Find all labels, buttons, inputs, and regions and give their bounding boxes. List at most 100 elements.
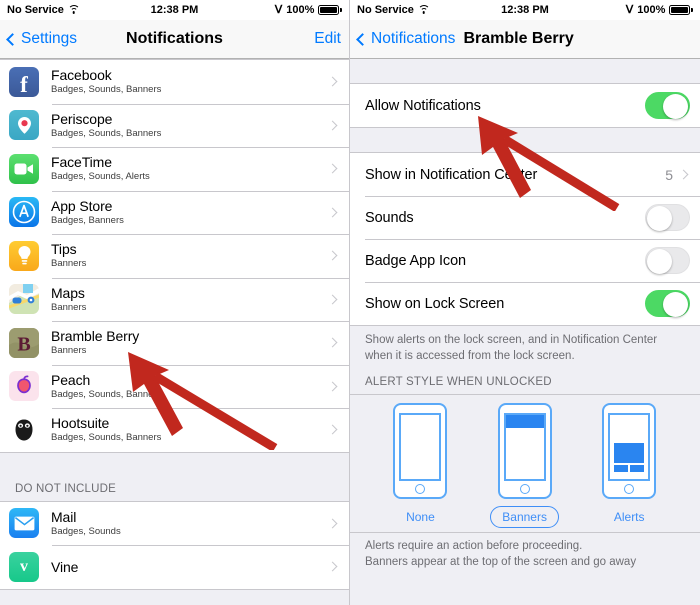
wifi-icon — [67, 5, 80, 15]
app-name: Vine — [51, 558, 79, 575]
toggle-switch[interactable] — [645, 247, 690, 274]
app-name: Tips — [51, 241, 77, 258]
row-badge-app-icon[interactable]: Badge App Icon — [350, 239, 700, 282]
allow-notifications-label: Allow Notifications — [365, 97, 481, 114]
app-row[interactable]: v Vine — [0, 545, 349, 589]
chevron-right-icon — [327, 561, 338, 572]
allow-notifications-toggle[interactable] — [645, 92, 690, 119]
phone-preview-none-icon — [393, 403, 448, 499]
battery-full-icon — [669, 5, 693, 15]
edit-button[interactable]: Edit — [314, 30, 341, 48]
alert-style-footnote-line-1: Alerts require an action before proceedi… — [365, 540, 583, 552]
app-notification-types: Badges, Sounds — [51, 525, 121, 537]
setting-label: Sounds — [365, 209, 414, 226]
app-row-text: Vine — [51, 559, 329, 575]
alert-style-picker: None Banners Alerts — [350, 394, 700, 533]
alert-style-label[interactable]: Banners — [490, 506, 559, 528]
app-row-text: Hootsuite Badges, Sounds, Banners — [51, 415, 329, 444]
left-scroll-area[interactable]: f Facebook Badges, Sounds, Banners Periscop… — [0, 59, 349, 605]
status-bar-left: No Service 12:38 PM ꓦ 100% — [0, 0, 349, 20]
app-row[interactable]: Hootsuite Badges, Sounds, Banners — [0, 408, 349, 452]
setting-value: 5 — [665, 166, 673, 183]
wifi-icon — [417, 5, 430, 15]
right-scroll-area[interactable]: Allow Notifications Show in Notification… — [350, 59, 700, 605]
bluetooth-icon: ꓦ — [625, 3, 634, 16]
status-bar-left-group: No Service — [357, 4, 430, 16]
facetime-icon — [9, 153, 39, 184]
chevron-right-icon — [327, 294, 338, 305]
row-show-on-lock-screen[interactable]: Show on Lock Screen — [350, 282, 700, 325]
app-row-text: Bramble Berry Banners — [51, 328, 329, 357]
app-name: Mail — [51, 508, 77, 525]
section-gap — [350, 128, 700, 152]
app-store-icon — [9, 197, 39, 228]
app-notification-types: Banners — [51, 258, 87, 270]
back-button-notifications[interactable]: Notifications — [356, 30, 456, 48]
app-row[interactable]: Tips Banners — [0, 234, 349, 278]
app-row[interactable]: f Facebook Badges, Sounds, Banners — [0, 60, 349, 104]
top-gap — [350, 59, 700, 83]
back-button-settings[interactable]: Settings — [6, 30, 78, 48]
vine-icon: v — [9, 551, 39, 582]
toggle-switch[interactable] — [645, 290, 690, 317]
row-show-in-notification-center[interactable]: Show in Notification Center 5 — [350, 153, 700, 196]
right-screen-app-notification-settings: No Service 12:38 PM ꓦ 100% Notifications… — [350, 0, 700, 605]
chevron-right-icon — [327, 250, 338, 261]
app-notification-types: Banners — [51, 345, 87, 357]
setting-label: Show on Lock Screen — [365, 295, 505, 312]
chevron-right-icon — [327, 120, 338, 131]
alert-style-option-none[interactable]: None — [393, 403, 448, 528]
tips-icon — [9, 240, 39, 271]
app-row[interactable]: Mail Badges, Sounds — [0, 501, 349, 545]
battery-percent-label: 100% — [286, 4, 315, 16]
allow-notifications-section: Allow Notifications — [350, 83, 700, 128]
app-notification-types: Badges, Sounds, Alerts — [51, 171, 150, 183]
app-name: Facebook — [51, 67, 112, 84]
back-button-label: Settings — [21, 30, 78, 47]
section-gap — [0, 452, 349, 479]
row-allow-notifications[interactable]: Allow Notifications — [350, 84, 700, 127]
battery-percent-label: 100% — [637, 4, 666, 16]
mail-icon — [9, 508, 39, 539]
app-row[interactable]: Periscope Badges, Sounds, Banners — [0, 103, 349, 147]
do-not-include-section: Mail Badges, Sounds v Vine — [0, 500, 349, 590]
app-notification-types: Banners — [51, 301, 87, 313]
row-sounds[interactable]: Sounds — [350, 196, 700, 239]
chevron-right-icon — [327, 163, 338, 174]
app-row[interactable]: B Bramble Berry Banners — [0, 321, 349, 365]
periscope-icon — [9, 110, 39, 141]
app-row[interactable]: App Store Badges, Banners — [0, 190, 349, 234]
app-row-text: Facebook Badges, Sounds, Banners — [51, 67, 329, 96]
app-notification-types: Badges, Banners — [51, 214, 124, 226]
do-not-include-header-area: DO NOT INCLUDE — [0, 478, 349, 501]
bramble-berry-icon: B — [9, 327, 39, 358]
lock-screen-footnote-area: Show alerts on the lock screen, and in N… — [350, 326, 700, 372]
app-row-text: Tips Banners — [51, 241, 329, 270]
app-row-text: FaceTime Badges, Sounds, Alerts — [51, 154, 329, 183]
app-name: Peach — [51, 371, 91, 388]
app-row[interactable]: FaceTime Badges, Sounds, Alerts — [0, 147, 349, 191]
carrier-label: No Service — [357, 4, 414, 16]
nav-bar-left: Settings Notifications Edit — [0, 20, 349, 59]
chevron-right-icon — [327, 381, 338, 392]
alert-style-option-alerts[interactable]: Alerts — [602, 403, 657, 528]
nav-bar-right: Notifications Bramble Berry — [350, 20, 700, 59]
alert-style-label[interactable]: None — [394, 506, 447, 528]
bluetooth-icon: ꓦ — [274, 3, 283, 16]
toggle-switch[interactable] — [645, 204, 690, 231]
app-row[interactable]: Peach Badges, Sounds, Banners — [0, 364, 349, 408]
chevron-right-icon — [678, 169, 689, 180]
peach-icon — [9, 371, 39, 402]
back-button-label: Notifications — [371, 30, 456, 47]
chevron-right-icon — [327, 207, 338, 218]
chevron-left-icon — [356, 32, 369, 46]
alert-style-label[interactable]: Alerts — [602, 506, 657, 528]
chevron-right-icon — [327, 76, 338, 87]
app-row-text: Mail Badges, Sounds — [51, 509, 329, 538]
chevron-left-icon — [6, 32, 19, 46]
app-row[interactable]: Maps Banners — [0, 277, 349, 321]
app-row-text: App Store Badges, Banners — [51, 198, 329, 227]
status-bar-right-group: ꓦ 100% — [626, 4, 693, 16]
alert-style-option-banners[interactable]: Banners — [490, 403, 559, 528]
app-notification-types: Badges, Sounds, Banners — [51, 127, 162, 139]
